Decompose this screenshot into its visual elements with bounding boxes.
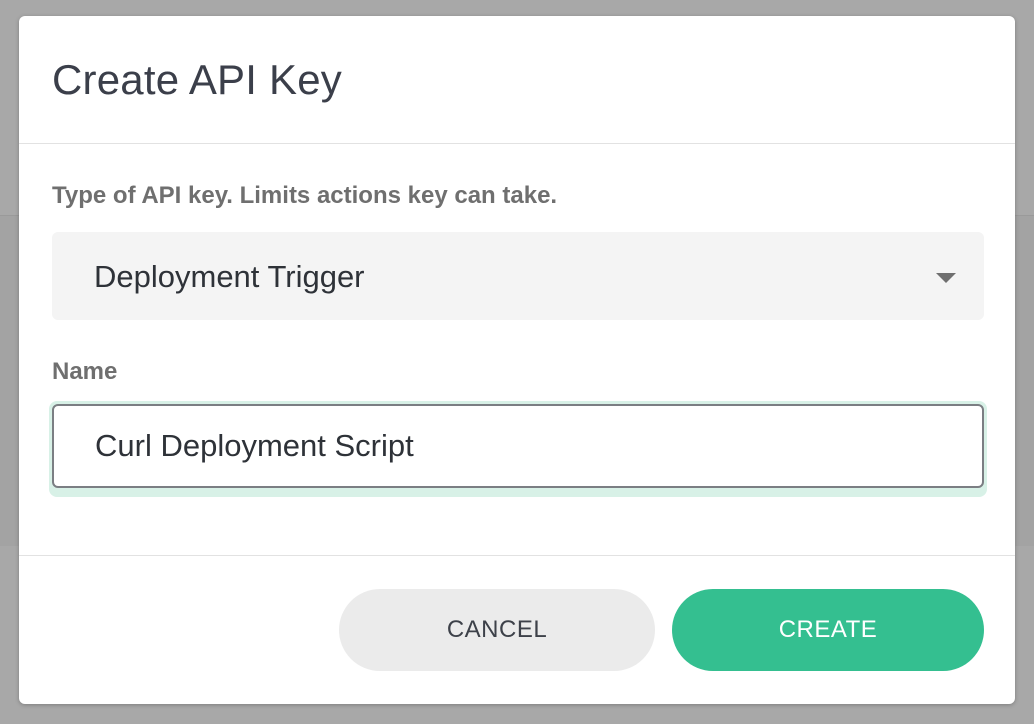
cancel-button[interactable]: CANCEL — [339, 589, 655, 671]
chevron-down-icon[interactable] — [936, 273, 956, 283]
dialog-title: Create API Key — [52, 56, 342, 103]
create-button[interactable]: CREATE — [672, 589, 984, 671]
create-api-key-dialog: Create API Key Type of API key. Limits a… — [19, 16, 1015, 704]
name-input[interactable] — [52, 404, 984, 488]
name-input-focus-ring — [49, 401, 987, 497]
name-label: Name — [52, 358, 118, 385]
api-key-type-select[interactable]: Deployment Trigger — [52, 232, 984, 320]
api-key-type-value: Deployment Trigger — [94, 259, 365, 294]
footer-divider — [19, 555, 1015, 556]
dialog-header: Create API Key — [19, 16, 1015, 144]
api-key-type-label: Type of API key. Limits actions key can … — [52, 182, 558, 209]
